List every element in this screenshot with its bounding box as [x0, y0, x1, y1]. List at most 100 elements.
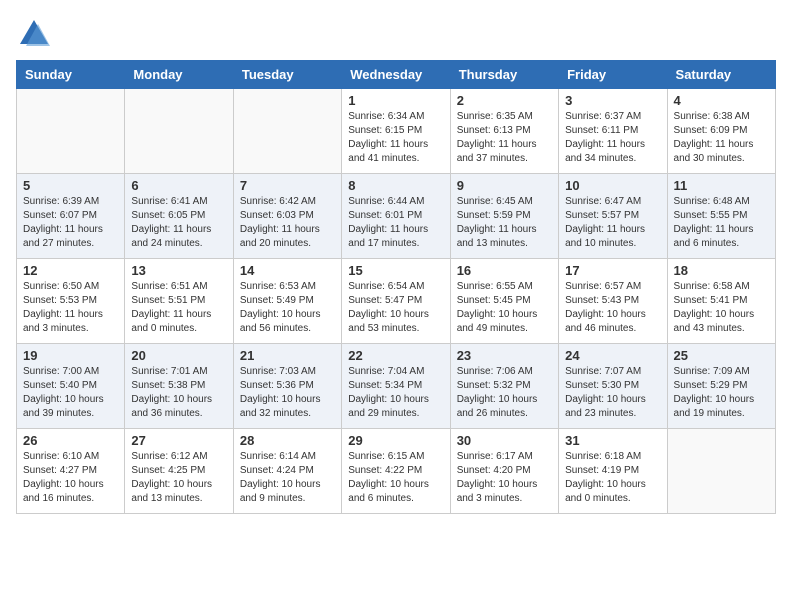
day-number: 6 [131, 178, 226, 193]
calendar-cell [125, 89, 233, 174]
day-info: Sunrise: 7:00 AM Sunset: 5:40 PM Dayligh… [23, 365, 118, 421]
calendar-week-row: 12 Sunrise: 6:50 AM Sunset: 5:53 PM Dayli… [17, 259, 776, 344]
calendar-cell: 19 Sunrise: 7:00 AM Sunset: 5:40 PM Dayli… [17, 344, 125, 429]
day-info: Sunrise: 7:06 AM Sunset: 5:32 PM Dayligh… [457, 365, 552, 421]
calendar-cell: 8 Sunrise: 6:44 AM Sunset: 6:01 PM Daylig… [342, 174, 450, 259]
day-info: Sunrise: 6:34 AM Sunset: 6:15 PM Dayligh… [348, 110, 443, 166]
calendar-cell: 13 Sunrise: 6:51 AM Sunset: 5:51 PM Dayli… [125, 259, 233, 344]
calendar-week-row: 19 Sunrise: 7:00 AM Sunset: 5:40 PM Dayli… [17, 344, 776, 429]
day-number: 3 [565, 93, 660, 108]
header-sunday: Sunday [17, 61, 125, 89]
day-number: 23 [457, 348, 552, 363]
calendar-cell: 17 Sunrise: 6:57 AM Sunset: 5:43 PM Dayli… [559, 259, 667, 344]
day-number: 12 [23, 263, 118, 278]
day-number: 16 [457, 263, 552, 278]
day-number: 22 [348, 348, 443, 363]
day-number: 2 [457, 93, 552, 108]
day-info: Sunrise: 6:14 AM Sunset: 4:24 PM Dayligh… [240, 450, 335, 506]
day-info: Sunrise: 6:55 AM Sunset: 5:45 PM Dayligh… [457, 280, 552, 336]
day-number: 31 [565, 433, 660, 448]
day-info: Sunrise: 6:44 AM Sunset: 6:01 PM Dayligh… [348, 195, 443, 251]
day-number: 28 [240, 433, 335, 448]
day-number: 17 [565, 263, 660, 278]
calendar-cell [17, 89, 125, 174]
day-info: Sunrise: 6:42 AM Sunset: 6:03 PM Dayligh… [240, 195, 335, 251]
day-number: 29 [348, 433, 443, 448]
calendar-cell: 12 Sunrise: 6:50 AM Sunset: 5:53 PM Dayli… [17, 259, 125, 344]
calendar-cell: 22Sunrise: 7:04 AM Sunset: 5:34 PM Dayli… [342, 344, 450, 429]
day-number: 20 [131, 348, 226, 363]
day-info: Sunrise: 7:09 AM Sunset: 5:29 PM Dayligh… [674, 365, 769, 421]
day-number: 24 [565, 348, 660, 363]
day-number: 26 [23, 433, 118, 448]
day-info: Sunrise: 6:39 AM Sunset: 6:07 PM Dayligh… [23, 195, 118, 251]
day-info: Sunrise: 6:38 AM Sunset: 6:09 PM Dayligh… [674, 110, 769, 166]
day-info: Sunrise: 6:50 AM Sunset: 5:53 PM Dayligh… [23, 280, 118, 336]
calendar-cell: 7 Sunrise: 6:42 AM Sunset: 6:03 PM Daylig… [233, 174, 341, 259]
calendar-cell: 11Sunrise: 6:48 AM Sunset: 5:55 PM Dayli… [667, 174, 775, 259]
day-number: 9 [457, 178, 552, 193]
day-info: Sunrise: 6:37 AM Sunset: 6:11 PM Dayligh… [565, 110, 660, 166]
calendar-cell: 14Sunrise: 6:53 AM Sunset: 5:49 PM Dayli… [233, 259, 341, 344]
day-number: 8 [348, 178, 443, 193]
day-info: Sunrise: 6:57 AM Sunset: 5:43 PM Dayligh… [565, 280, 660, 336]
header-tuesday: Tuesday [233, 61, 341, 89]
header-saturday: Saturday [667, 61, 775, 89]
day-info: Sunrise: 6:18 AM Sunset: 4:19 PM Dayligh… [565, 450, 660, 506]
calendar-cell: 4 Sunrise: 6:38 AM Sunset: 6:09 PM Daylig… [667, 89, 775, 174]
day-info: Sunrise: 6:54 AM Sunset: 5:47 PM Dayligh… [348, 280, 443, 336]
header-thursday: Thursday [450, 61, 558, 89]
day-info: Sunrise: 6:10 AM Sunset: 4:27 PM Dayligh… [23, 450, 118, 506]
day-info: Sunrise: 6:12 AM Sunset: 4:25 PM Dayligh… [131, 450, 226, 506]
day-number: 14 [240, 263, 335, 278]
day-info: Sunrise: 6:47 AM Sunset: 5:57 PM Dayligh… [565, 195, 660, 251]
day-info: Sunrise: 6:48 AM Sunset: 5:55 PM Dayligh… [674, 195, 769, 251]
day-number: 4 [674, 93, 769, 108]
calendar-week-row: 26 Sunrise: 6:10 AM Sunset: 4:27 PM Dayli… [17, 429, 776, 514]
calendar-cell: 3 Sunrise: 6:37 AM Sunset: 6:11 PM Daylig… [559, 89, 667, 174]
calendar-header-row: SundayMondayTuesdayWednesdayThursdayFrid… [17, 61, 776, 89]
header-friday: Friday [559, 61, 667, 89]
calendar-cell: 26 Sunrise: 6:10 AM Sunset: 4:27 PM Dayli… [17, 429, 125, 514]
day-number: 7 [240, 178, 335, 193]
day-number: 18 [674, 263, 769, 278]
day-info: Sunrise: 6:35 AM Sunset: 6:13 PM Dayligh… [457, 110, 552, 166]
day-info: Sunrise: 6:15 AM Sunset: 4:22 PM Dayligh… [348, 450, 443, 506]
calendar-cell: 20 Sunrise: 7:01 AM Sunset: 5:38 PM Dayli… [125, 344, 233, 429]
day-info: Sunrise: 6:51 AM Sunset: 5:51 PM Dayligh… [131, 280, 226, 336]
day-number: 10 [565, 178, 660, 193]
calendar-cell: 29 Sunrise: 6:15 AM Sunset: 4:22 PM Dayli… [342, 429, 450, 514]
day-info: Sunrise: 6:45 AM Sunset: 5:59 PM Dayligh… [457, 195, 552, 251]
day-number: 27 [131, 433, 226, 448]
calendar-cell: 2 Sunrise: 6:35 AM Sunset: 6:13 PM Daylig… [450, 89, 558, 174]
day-number: 1 [348, 93, 443, 108]
calendar-cell: 24 Sunrise: 7:07 AM Sunset: 5:30 PM Dayli… [559, 344, 667, 429]
calendar-cell: 30Sunrise: 6:17 AM Sunset: 4:20 PM Dayli… [450, 429, 558, 514]
day-number: 13 [131, 263, 226, 278]
calendar-cell [233, 89, 341, 174]
day-info: Sunrise: 6:41 AM Sunset: 6:05 PM Dayligh… [131, 195, 226, 251]
calendar-cell: 6 Sunrise: 6:41 AM Sunset: 6:05 PM Daylig… [125, 174, 233, 259]
calendar-cell: 21Sunrise: 7:03 AM Sunset: 5:36 PM Dayli… [233, 344, 341, 429]
calendar-cell: 10 Sunrise: 6:47 AM Sunset: 5:57 PM Dayli… [559, 174, 667, 259]
calendar-cell: 16 Sunrise: 6:55 AM Sunset: 5:45 PM Dayli… [450, 259, 558, 344]
day-info: Sunrise: 7:07 AM Sunset: 5:30 PM Dayligh… [565, 365, 660, 421]
day-number: 30 [457, 433, 552, 448]
day-info: Sunrise: 7:01 AM Sunset: 5:38 PM Dayligh… [131, 365, 226, 421]
day-number: 21 [240, 348, 335, 363]
day-number: 19 [23, 348, 118, 363]
calendar-cell: 23 Sunrise: 7:06 AM Sunset: 5:32 PM Dayli… [450, 344, 558, 429]
calendar-cell: 18 Sunrise: 6:58 AM Sunset: 5:41 PM Dayli… [667, 259, 775, 344]
day-number: 25 [674, 348, 769, 363]
calendar-cell [667, 429, 775, 514]
logo-icon [16, 16, 52, 52]
calendar-cell: 27 Sunrise: 6:12 AM Sunset: 4:25 PM Dayli… [125, 429, 233, 514]
header-wednesday: Wednesday [342, 61, 450, 89]
calendar-cell: 28 Sunrise: 6:14 AM Sunset: 4:24 PM Dayli… [233, 429, 341, 514]
calendar-table: SundayMondayTuesdayWednesdayThursdayFrid… [16, 60, 776, 514]
calendar-cell: 9 Sunrise: 6:45 AM Sunset: 5:59 PM Daylig… [450, 174, 558, 259]
calendar-cell: 31 Sunrise: 6:18 AM Sunset: 4:19 PM Dayli… [559, 429, 667, 514]
calendar-cell: 15Sunrise: 6:54 AM Sunset: 5:47 PM Dayli… [342, 259, 450, 344]
day-info: Sunrise: 6:58 AM Sunset: 5:41 PM Dayligh… [674, 280, 769, 336]
calendar-cell: 5Sunrise: 6:39 AM Sunset: 6:07 PM Daylig… [17, 174, 125, 259]
